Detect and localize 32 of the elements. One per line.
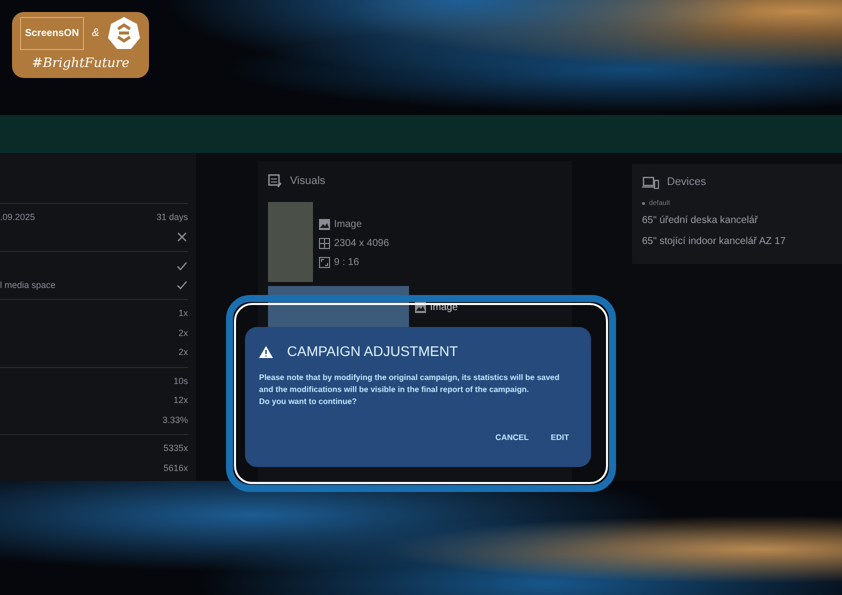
- row-label: .09.2025: [0, 211, 36, 224]
- grid-icon: [319, 238, 330, 248]
- row-value: 3.33%: [162, 414, 188, 426]
- row-value: 2x: [178, 326, 188, 340]
- cancel-button[interactable]: CANCEL: [491, 429, 533, 447]
- aspect-ratio-icon: [319, 256, 330, 268]
- image-icon: [319, 218, 330, 230]
- warning-icon: [259, 346, 273, 358]
- row-label: l media space: [0, 278, 56, 292]
- row-value: 31 days: [156, 211, 188, 224]
- row-value: 5616x: [163, 462, 188, 474]
- logo-emblem-icon: [107, 16, 142, 50]
- ampersand: &: [92, 26, 100, 41]
- row-value: 2x: [178, 346, 188, 359]
- logo-text: ScreensON: [20, 16, 84, 50]
- hashtag: #BrightFuture: [32, 55, 130, 73]
- row-value: 12x: [173, 394, 188, 407]
- row-value: 10s: [173, 374, 188, 388]
- devices-icon: [642, 176, 659, 189]
- dialog-title: CAMPAIGN ADJUSTMENT: [287, 342, 458, 361]
- media-type: Image: [334, 218, 362, 232]
- aspect-ratio: 9 : 16: [334, 256, 360, 270]
- row-value: 1x: [178, 307, 188, 320]
- device-name[interactable]: 65" stojící indoor kancelář AZ 17: [642, 234, 832, 249]
- panel-title: Devices: [667, 175, 706, 190]
- dialog-message: Please note that by modifying the original campaign, its statistics will be saved and the modifications will be visible in the final report of the campaign. Do you want to continue?: [259, 372, 561, 408]
- row-value: 5335x: [163, 442, 188, 455]
- gallery-icon: [268, 174, 282, 188]
- edit-button[interactable]: EDIT: [546, 429, 573, 447]
- panel-title: Visuals: [290, 174, 326, 189]
- device-name[interactable]: 65" úřední deska kancelář: [642, 213, 832, 228]
- resolution: 2304 x 4096: [334, 236, 390, 250]
